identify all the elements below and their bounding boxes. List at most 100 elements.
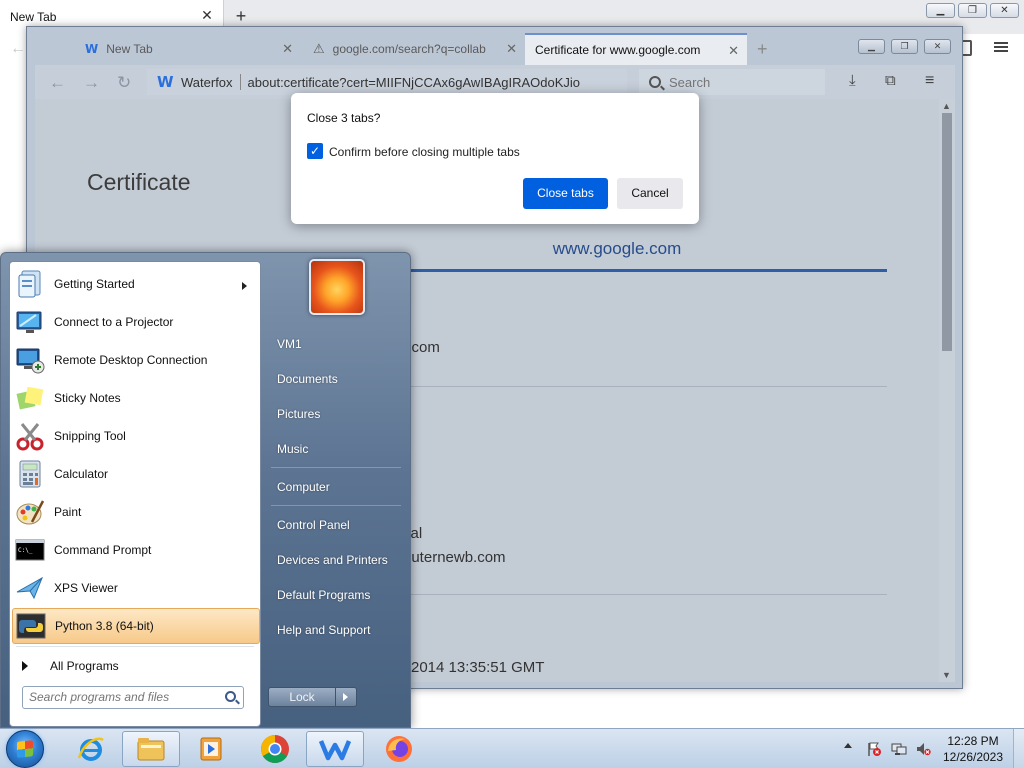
scroll-up-icon[interactable]: ▲ [942,101,951,111]
search-input[interactable] [29,690,214,704]
program-label: Sticky Notes [54,391,121,405]
scroll-down-icon[interactable]: ▼ [942,670,951,680]
url-bar[interactable]: W Waterfox about:certificate?cert=MIIFNj… [147,69,730,95]
minimize-button[interactable]: ▁ [926,3,955,18]
search-bar[interactable] [639,69,825,95]
start-button[interactable] [6,730,44,768]
start-link-documents[interactable]: Documents [269,364,405,394]
page-title: Certificate [87,169,191,195]
tab-title: New Tab [106,42,153,56]
forward-arrow-icon[interactable]: → [83,73,100,93]
divider [271,505,401,506]
close-icon[interactable]: ✕ [282,41,293,57]
volume-muted-icon[interactable] [915,741,931,757]
lock-button[interactable]: Lock [268,687,336,707]
search-icon[interactable] [225,691,236,702]
program-snipping-tool[interactable]: Snipping Tool [12,418,260,454]
start-link-control-panel[interactable]: Control Panel [269,510,405,540]
sticky-notes-icon [16,386,44,410]
remote-desktop-icon [16,348,45,374]
confirm-checkbox[interactable]: ✓ [307,143,323,159]
program-connect-projector[interactable]: Connect to a Projector [12,304,260,340]
taskbar-media-player[interactable] [182,731,240,767]
submenu-arrow-icon[interactable] [242,282,247,290]
hamburger-menu-icon[interactable]: ≡ [925,72,934,90]
tab-title: Certificate for www.google.com [535,43,701,57]
show-hidden-icons-icon[interactable] [844,743,852,748]
start-link-user-folder[interactable]: VM1 [269,329,405,359]
vertical-scrollbar[interactable]: ▲ ▼ [939,99,955,682]
url-separator [239,74,241,90]
confirm-checkbox-label[interactable]: Confirm before closing multiple tabs [329,145,520,159]
reload-icon[interactable]: ↻ [117,73,131,93]
taskbar-internet-explorer[interactable] [62,731,120,767]
new-tab-plus-icon[interactable]: + [232,7,250,25]
tab-certificate[interactable]: Certificate for www.google.com ✕ [525,33,747,65]
getting-started-icon [18,270,41,298]
close-icon[interactable]: ✕ [728,43,739,59]
start-link-help-support[interactable]: Help and Support [269,615,405,645]
shutdown-options-arrow-icon[interactable] [336,687,357,707]
taskbar-firefox[interactable] [370,731,428,767]
start-link-default-programs[interactable]: Default Programs [269,580,405,610]
url-text[interactable]: about:certificate?cert=MIIFNjCCAx6gAwIBA… [248,75,600,90]
back-arrow-icon[interactable]: ← [10,40,26,58]
minimize-icon: ▁ [936,5,945,16]
program-label: Getting Started [54,277,135,291]
restore-button[interactable]: ❐ [958,3,987,18]
divider [347,594,887,595]
close-window-button[interactable]: ✕ [990,3,1019,18]
waterfox-logo-icon: W [85,42,99,56]
start-link-pictures[interactable]: Pictures [269,399,405,429]
close-tabs-dialog: Close 3 tabs? ✓ Confirm before closing m… [291,93,699,224]
tab-google-search[interactable]: ⚠ google.com/search?q=collab ✕ [303,33,525,65]
close-icon[interactable]: ✕ [200,8,214,22]
program-command-prompt[interactable]: C:\_ Command Prompt [12,532,260,568]
program-label: Snipping Tool [54,429,126,443]
close-window-button[interactable]: ✕ [924,39,951,54]
search-icon [649,76,661,88]
close-icon[interactable]: ✕ [506,41,517,57]
start-link-computer[interactable]: Computer [269,472,405,502]
tab-new-tab[interactable]: W New Tab ✕ [75,33,301,65]
clock-date[interactable]: 12/26/2023 [940,750,1006,764]
restore-button[interactable]: ❐ [891,39,918,54]
start-search-box[interactable] [22,686,244,709]
cancel-button[interactable]: Cancel [617,178,683,209]
show-desktop-button[interactable] [1013,729,1024,768]
program-getting-started[interactable]: Getting Started [12,266,260,302]
extension-icon[interactable] [962,40,972,56]
xps-viewer-icon [16,576,43,600]
taskbar-chrome[interactable] [246,731,304,767]
program-sticky-notes[interactable]: Sticky Notes [12,380,260,416]
downloads-icon[interactable]: ⤓ [849,72,856,89]
waterfox-logo-icon: W [157,73,174,91]
extensions-icon[interactable]: ⧉ [885,72,896,89]
program-python[interactable]: Python 3.8 (64-bit) [12,608,260,644]
network-icon[interactable] [891,741,907,757]
clock-time[interactable]: 12:28 PM [940,734,1006,748]
user-avatar[interactable] [309,259,365,315]
url-brand-label: Waterfox [181,74,233,90]
hamburger-menu-icon[interactable] [994,40,1008,54]
minimize-button[interactable]: ▁ [858,39,885,54]
scrollbar-thumb[interactable] [942,113,952,351]
program-calculator[interactable]: Calculator [12,456,260,492]
program-paint[interactable]: Paint [12,494,260,530]
cert-tab-selected[interactable]: www.google.com [347,229,887,272]
back-arrow-icon[interactable]: ← [49,73,66,93]
new-tab-plus-icon[interactable]: + [757,39,768,60]
search-input[interactable] [669,74,809,90]
checkmark-icon: ✓ [309,144,321,158]
taskbar-file-explorer[interactable] [122,731,180,767]
program-label: Connect to a Projector [54,315,174,329]
all-programs-button[interactable]: All Programs [18,652,254,680]
start-link-devices-printers[interactable]: Devices and Printers [269,545,405,575]
action-center-flag-icon[interactable] [866,741,882,757]
taskbar-waterfox[interactable] [306,731,364,767]
program-xps-viewer[interactable]: XPS Viewer [12,570,260,606]
start-link-music[interactable]: Music [269,434,405,464]
program-remote-desktop[interactable]: Remote Desktop Connection [12,342,260,378]
close-tabs-button[interactable]: Close tabs [523,178,608,209]
internet-explorer-icon [77,737,104,761]
